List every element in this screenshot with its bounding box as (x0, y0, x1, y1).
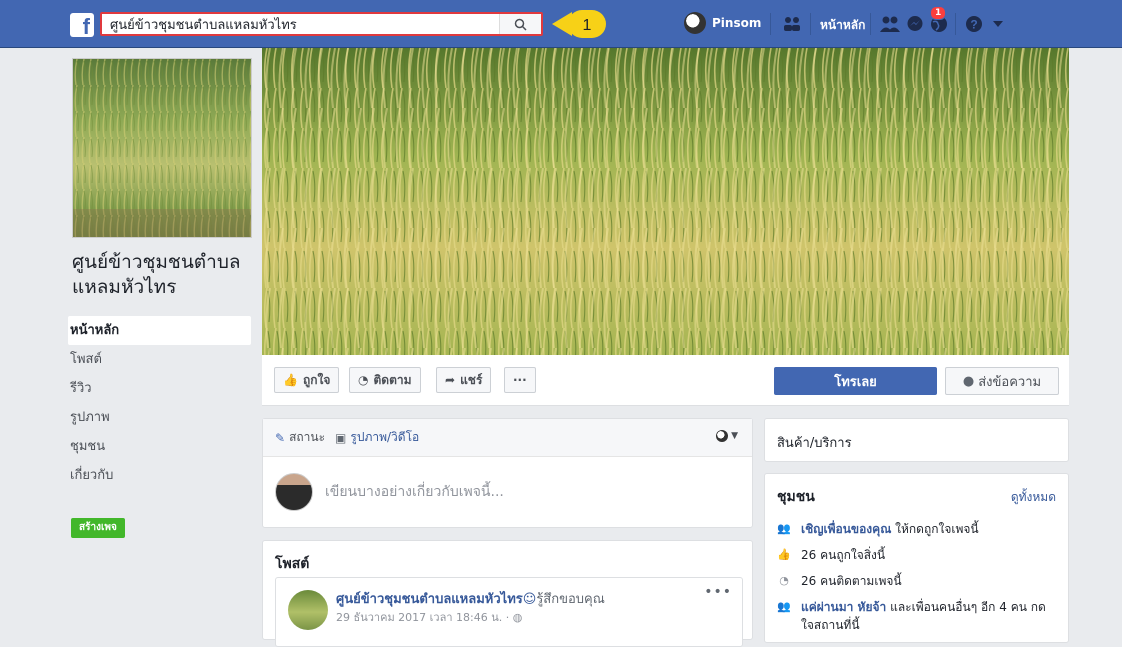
avatar-mini-icon (716, 430, 729, 442)
composer-placeholder: เขียนบางอย่างเกี่ยวกับเพจนี้... (325, 484, 504, 500)
like-page-button[interactable]: 👍 ถูกใจ (274, 367, 340, 393)
chevron-down-icon: ▼ (731, 431, 738, 441)
sidebar-item-community[interactable]: ชุมชน (68, 432, 251, 461)
friend-requests-icon[interactable] (878, 12, 902, 36)
people-icon: 👥 (777, 522, 791, 535)
invite-rest: ให้กดถูกใจเพจนี้ (891, 522, 979, 536)
sidebar-item-reviews[interactable]: รีวิว (68, 374, 251, 403)
avatar (684, 12, 706, 34)
pencil-icon: ✎ (275, 430, 286, 445)
post-header: ศูนย์ข้าวชุมชนตำบลแหลมหัวไทร☺รู้สึกขอบคุ… (336, 588, 605, 609)
post-card: ศูนย์ข้าวชุมชนตำบลแหลมหัวไทร☺รู้สึกขอบคุ… (275, 577, 743, 647)
page-sidebar-nav: หน้าหลัก โพสต์ รีวิว รูปภาพ ชุมชน เกี่ยว… (68, 316, 251, 490)
post-author-link[interactable]: ศูนย์ข้าวชุมชนตำบลแหลมหัวไทร (336, 592, 523, 607)
page-action-bar: 👍 ถูกใจ ◔ ติดตาม ➦ แชร์ ··· โทรเลย ● ส่ง… (262, 355, 1069, 406)
globe-icon: ◍ (512, 611, 523, 624)
page-profile-picture[interactable] (72, 58, 252, 238)
share-page-button[interactable]: ➦ แชร์ (436, 367, 492, 393)
page-title: ศูนย์ข้าวชุมชนตำบลแหลมหัวไทร (72, 251, 241, 298)
profile-link[interactable]: Pinsom (684, 12, 761, 34)
post-timestamp[interactable]: 29 ธันวาคม 2017 เวลา 18:46 น. · ◍ (336, 608, 522, 626)
nav-divider (955, 13, 956, 35)
account-menu-chevron-down-icon[interactable] (986, 12, 1010, 36)
message-label: ส่งข้อความ (978, 374, 1042, 390)
send-message-button[interactable]: ● ส่งข้อความ (945, 367, 1059, 395)
sidebar-item-home[interactable]: หน้าหลัก (68, 316, 251, 345)
likes-count: 26 คนถูกใจสิ่งนี้ (801, 548, 886, 562)
share-label: แชร์ (460, 372, 483, 387)
search-box (100, 12, 543, 36)
follow-label: ติดตาม (373, 372, 412, 387)
cover-photo[interactable] (262, 48, 1069, 355)
sidebar-item-about[interactable]: เกี่ยวกับ (68, 461, 251, 490)
chat-bubble-icon: ● (962, 373, 975, 389)
share-arrow-icon: ➦ (445, 373, 456, 387)
search-button[interactable] (499, 14, 541, 34)
follows-count: 26 คนติดตามเพจนี้ (801, 574, 902, 588)
follows-row: ◔ 26 คนติดตามเพจนี้ (765, 568, 1068, 594)
follow-page-button[interactable]: ◔ ติดตาม (349, 367, 421, 393)
posts-heading: โพสต์ (275, 556, 310, 572)
people-icon: 👥 (777, 600, 791, 613)
likes-row: 👍 26 คนถูกใจสิ่งนี้ (765, 542, 1068, 568)
audience-selector[interactable]: ▼ (716, 430, 738, 442)
thumbs-up-icon: 👍 (283, 373, 298, 387)
home-link[interactable]: หน้าหลัก (820, 16, 865, 35)
post-time-text: 29 ธันวาคม 2017 เวลา 18:46 น. · (336, 611, 513, 624)
community-title: ชุมชน (777, 489, 815, 505)
composer-tabs: ✎ สถานะ ▣ รูปภาพ/วิดีโอ ▼ (263, 419, 752, 457)
find-friends-icon[interactable] (780, 12, 804, 36)
friend-name-link[interactable]: แค่ผ่านมา หัยจ้า (801, 600, 886, 614)
rice-field-cover-image (262, 48, 1069, 355)
rss-icon: ◔ (779, 574, 789, 587)
search-icon (514, 18, 527, 31)
messenger-icon[interactable] (903, 12, 927, 36)
camera-icon: ▣ (335, 430, 347, 445)
tab-photo-video[interactable]: ▣ รูปภาพ/วิดีโอ (335, 428, 419, 447)
post-feeling: รู้สึกขอบคุณ (536, 592, 605, 607)
post-composer: ✎ สถานะ ▣ รูปภาพ/วิดีโอ ▼ เขียนบางอย่างเ… (262, 418, 753, 528)
avatar[interactable] (288, 590, 328, 630)
invite-friends-row: 👥 เชิญเพื่อนของคุณ ให้กดถูกใจเพจนี้ (765, 516, 1068, 542)
products-title: สินค้า/บริการ (777, 436, 852, 451)
avatar (275, 473, 313, 511)
tab-photo-video-label: รูปภาพ/วิดีโอ (350, 430, 420, 444)
search-input[interactable] (108, 14, 498, 34)
tab-status[interactable]: ✎ สถานะ (275, 428, 325, 447)
see-all-link[interactable]: ดูทั้งหมด (1011, 488, 1056, 507)
tab-status-label: สถานะ (289, 430, 326, 444)
smile-icon: ☺ (522, 592, 537, 607)
top-navigation-bar: f 1 Pinsom หน้าหลัก 1 ? (0, 0, 1122, 48)
like-label: ถูกใจ (302, 372, 331, 387)
sidebar-item-posts[interactable]: โพสต์ (68, 345, 251, 374)
callout-number: 1 (583, 17, 592, 34)
friends-liked-row: 👥 แค่ผ่านมา หัยจ้า และเพื่อนคนอื่นๆ อีก … (765, 594, 1068, 638)
step-callout-marker: 1 (552, 10, 606, 38)
invite-text: เชิญเพื่อนของคุณ ให้กดถูกใจเพจนี้ (801, 520, 979, 538)
user-name: Pinsom (712, 16, 762, 30)
sidebar-item-photos[interactable]: รูปภาพ (68, 403, 251, 432)
nav-divider (810, 13, 811, 35)
posts-section: โพสต์ ศูนย์ข้าวชุมชนตำบลแหลมหัวไทร☺รู้สึ… (262, 540, 753, 647)
community-header: ชุมชน ดูทั้งหมด (765, 474, 1068, 516)
create-page-button[interactable]: สร้างเพจ (71, 518, 125, 538)
notification-count-badge: 1 (930, 6, 947, 20)
nav-divider (870, 13, 871, 35)
post-options-icon[interactable]: ••• (704, 584, 732, 600)
thumbs-up-icon: 👍 (777, 548, 791, 561)
composer-input-area[interactable]: เขียนบางอย่างเกี่ยวกับเพจนี้... (263, 457, 752, 527)
rice-field-thumbnail (73, 59, 251, 237)
more-options-button[interactable]: ··· (504, 367, 536, 393)
nav-divider (770, 13, 771, 35)
more-dots-icon: ··· (513, 373, 527, 387)
rss-icon: ◔ (358, 373, 369, 387)
products-services-card[interactable]: สินค้า/บริการ (764, 418, 1069, 462)
svg-text:?: ? (970, 18, 977, 32)
call-now-button[interactable]: โทรเลย (774, 367, 937, 395)
community-card: ชุมชน ดูทั้งหมด 👥 เชิญเพื่อนของคุณ ให้กด… (764, 473, 1069, 643)
invite-friends-link[interactable]: เชิญเพื่อนของคุณ (801, 522, 891, 536)
help-icon[interactable]: ? (962, 12, 986, 36)
facebook-logo-icon[interactable]: f (70, 13, 94, 37)
